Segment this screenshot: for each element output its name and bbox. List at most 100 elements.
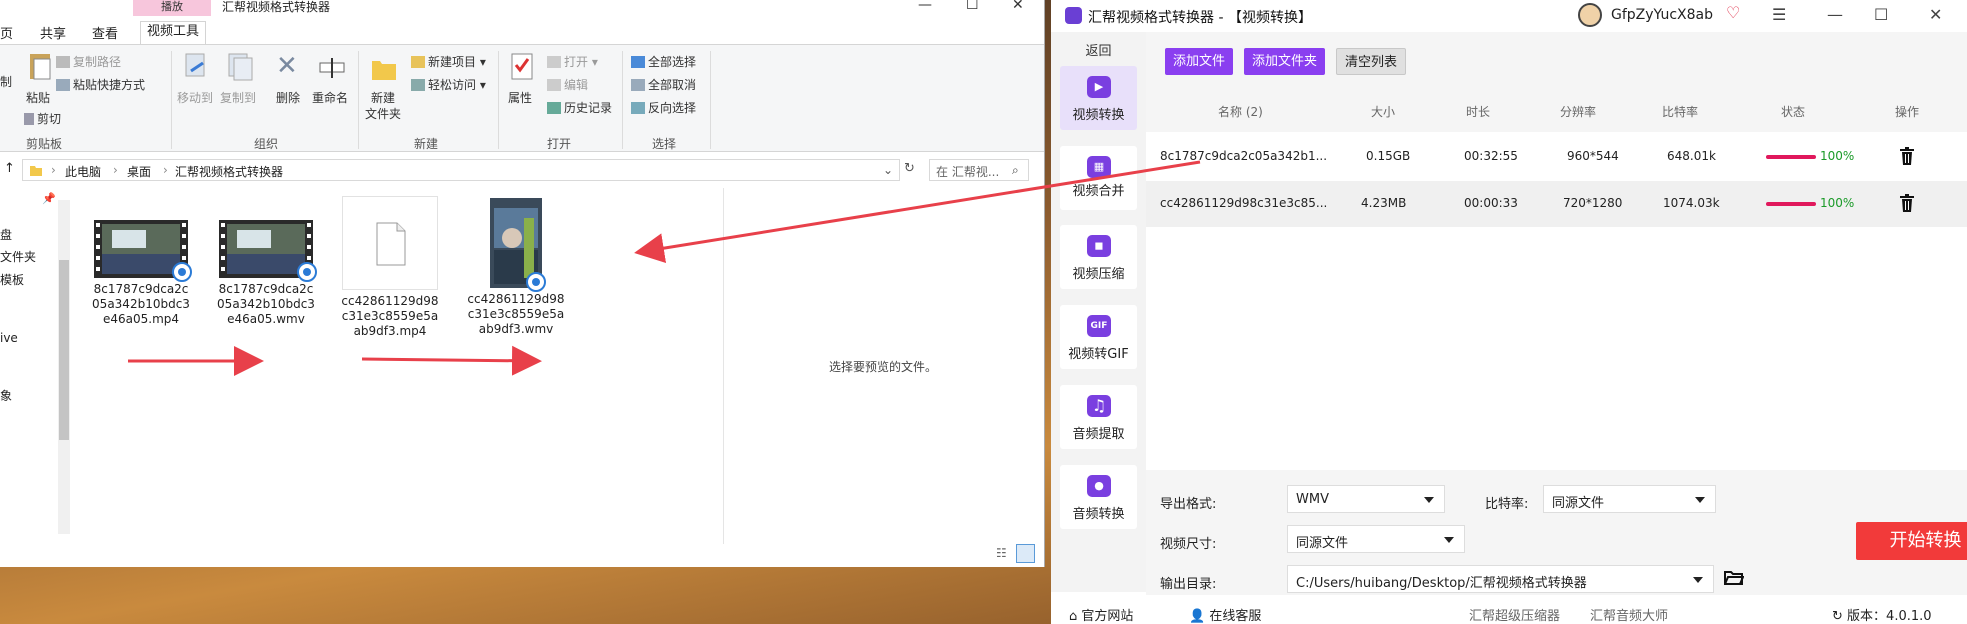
open-button[interactable]: 打开 ▾	[547, 53, 598, 70]
paste-shortcut-button[interactable]: 粘贴快捷方式	[56, 76, 145, 93]
invert-selection-button[interactable]: 反向选择	[631, 99, 696, 116]
close-icon[interactable]: ✕	[1012, 0, 1024, 13]
nav-item-drive[interactable]: 盘	[0, 226, 12, 243]
music-icon: ♫	[1087, 395, 1111, 417]
copy-to-icon	[228, 53, 253, 81]
clear-list-button[interactable]: 清空列表	[1336, 48, 1407, 75]
minimize-icon[interactable]: —	[918, 0, 932, 13]
home-icon: ⌂	[1069, 609, 1078, 624]
copy-button[interactable]: 制	[0, 73, 12, 90]
back-button[interactable]: 返回	[1051, 40, 1146, 59]
copy-to-button[interactable]: 复制到	[220, 89, 256, 106]
app-titlebar: 汇帮视频格式转换器 - 【视频转换】 GfpZyYucX8ab ♡ ☰ — ☐ …	[1051, 0, 1967, 32]
chevron-down-icon[interactable]: ⌄	[883, 163, 893, 177]
format-select[interactable]: WMV	[1287, 485, 1445, 513]
table-row[interactable]: cc42861129d98c31e3c85... 4.23MB 00:00:33…	[1146, 181, 1967, 227]
sidebar-item-audio-extract[interactable]: ♫ 音频提取	[1060, 385, 1137, 449]
open-folder-icon[interactable]	[1724, 570, 1744, 586]
new-folder-button[interactable]: 新建	[371, 89, 395, 106]
easy-access-button[interactable]: 轻松访问 ▾	[411, 76, 486, 93]
address-box[interactable]: › 此电脑 › 桌面 › 汇帮视频格式转换器 ⌄	[22, 159, 900, 181]
paste-button[interactable]: 粘贴	[26, 89, 50, 106]
select-all-button[interactable]: 全部选择	[631, 53, 696, 70]
file-name: cc42861129d98c31e3c8559e5aab9df3.mp4	[341, 294, 439, 338]
footer: ⌂ 官方网站 👤 在线客服 汇帮超级压缩器 汇帮音频大师 ↻ 版本：4.0.1.…	[1051, 600, 1967, 624]
address-bar: ↑ › 此电脑 › 桌面 › 汇帮视频格式转换器 ⌄ ↻ 在 汇帮视... ⌕	[0, 156, 1044, 184]
breadcrumb-folder[interactable]: 汇帮视频格式转换器	[175, 163, 283, 180]
tab-view[interactable]: 查看	[92, 23, 118, 42]
nav-item-drive2[interactable]: ive	[0, 331, 18, 345]
close-icon[interactable]: ✕	[1929, 5, 1942, 24]
avatar[interactable]	[1578, 3, 1602, 27]
file-item[interactable]: 8c1787c9dca2c05a342b10bdc3e46a05.wmv	[213, 196, 319, 327]
update-icon: ↻	[1832, 609, 1843, 624]
username[interactable]: GfpZyYucX8ab	[1611, 7, 1713, 23]
large-icons-view-icon[interactable]	[1016, 544, 1035, 563]
file-item[interactable]: cc42861129d98c31e3c8559e5aab9df3.wmv	[463, 196, 569, 337]
properties-button[interactable]: 属性	[508, 89, 532, 106]
sidebar-item-audio-convert[interactable]: ● 音频转换	[1060, 465, 1137, 529]
cell-size: 4.23MB	[1361, 196, 1407, 210]
sidebar-item-video-convert[interactable]: ▶ 视频转换	[1060, 66, 1137, 130]
sidebar-item-video-gif[interactable]: GIF 视频转GIF	[1060, 305, 1137, 369]
online-service-link[interactable]: 👤 在线客服	[1189, 605, 1261, 624]
file-item[interactable]: cc42861129d98c31e3c8559e5aab9df3.mp4	[337, 196, 443, 339]
nav-item-folder[interactable]: 文件夹	[0, 248, 36, 265]
nav-item-template[interactable]: 模板	[0, 271, 24, 288]
app-logo-icon	[1065, 7, 1082, 24]
menu-icon[interactable]: ☰	[1772, 5, 1786, 24]
table-row[interactable]: 8c1787c9dca2c05a342b1... 0.15GB 00:32:55…	[1146, 134, 1967, 180]
sidebar-item-label: 视频转换	[1072, 108, 1125, 123]
file-item[interactable]: 8c1787c9dca2c05a342b10bdc3e46a05.mp4	[88, 196, 194, 327]
select-none-button[interactable]: 全部取消	[631, 76, 696, 93]
sidebar-item-video-merge[interactable]: ▦ 视频合并	[1060, 146, 1137, 210]
add-file-button[interactable]: 添加文件	[1165, 48, 1234, 75]
cell-size: 0.15GB	[1366, 149, 1411, 163]
tab-page[interactable]: 页	[0, 23, 13, 42]
video-compress-icon: ◼	[1087, 235, 1111, 257]
minimize-icon[interactable]: —	[1827, 5, 1843, 24]
official-website-link[interactable]: ⌂ 官方网站	[1069, 605, 1133, 624]
new-item-button[interactable]: 新建项目 ▾	[411, 53, 486, 70]
vip-heart-icon[interactable]: ♡	[1726, 3, 1740, 22]
output-dir-select[interactable]: C:/Users/huibang/Desktop/汇帮视频格式转换器	[1287, 565, 1714, 593]
add-folder-button[interactable]: 添加文件夹	[1244, 48, 1326, 75]
gif-icon: GIF	[1087, 315, 1111, 337]
delete-button[interactable]: 删除	[276, 89, 300, 106]
trash-icon[interactable]	[1900, 147, 1914, 165]
product-link-compressor[interactable]: 汇帮超级压缩器	[1469, 605, 1560, 624]
new-folder-icon	[372, 61, 396, 80]
new-folder-label: 文件夹	[365, 107, 402, 121]
details-view-icon[interactable]: ☷	[996, 546, 1007, 560]
tab-share[interactable]: 共享	[40, 23, 66, 42]
group-label-new: 新建	[414, 137, 439, 151]
edit-button[interactable]: 编辑	[547, 76, 588, 93]
product-link-audio[interactable]: 汇帮音频大师	[1590, 605, 1668, 624]
history-button[interactable]: 历史记录	[547, 99, 612, 116]
output-label: 输出目录:	[1160, 577, 1217, 592]
nav-item-object[interactable]: 象	[0, 387, 12, 404]
trash-icon[interactable]	[1900, 194, 1914, 212]
breadcrumb-desktop[interactable]: 桌面	[127, 163, 151, 180]
refresh-icon[interactable]: ↻	[904, 161, 915, 176]
sidebar-item-video-compress[interactable]: ◼ 视频压缩	[1060, 225, 1137, 289]
bitrate-select[interactable]: 同源文件	[1543, 485, 1716, 513]
sidebar-item-label: 视频压缩	[1072, 267, 1125, 282]
start-convert-button[interactable]: 开始转换	[1856, 522, 1967, 560]
rename-button[interactable]: 重命名	[312, 89, 348, 106]
version-text[interactable]: ↻ 版本：4.0.1.0	[1832, 605, 1932, 624]
up-arrow-icon[interactable]: ↑	[4, 161, 15, 176]
tab-video-tools[interactable]: 视频工具	[140, 21, 207, 44]
size-select[interactable]: 同源文件	[1287, 525, 1465, 553]
maximize-icon[interactable]: ☐	[1874, 5, 1888, 24]
context-tab-play[interactable]: 播放	[133, 0, 211, 16]
copy-path-button[interactable]: 复制路径	[56, 53, 121, 70]
move-to-button[interactable]: 移动到	[177, 89, 213, 106]
maximize-icon[interactable]: ☐	[966, 0, 979, 13]
nav-scrollbar-thumb[interactable]	[59, 260, 69, 440]
breadcrumb-this-pc[interactable]: 此电脑	[65, 163, 101, 180]
file-explorer-window: 播放 汇帮视频格式转换器 — ☐ ✕ 页 共享 查看 视频工具 制 粘贴 复制路…	[0, 0, 1045, 567]
sidebar-item-label: 音频转换	[1072, 507, 1125, 522]
sidebar-item-label: 视频合并	[1072, 184, 1125, 199]
cut-button[interactable]: 剪切	[24, 110, 61, 127]
